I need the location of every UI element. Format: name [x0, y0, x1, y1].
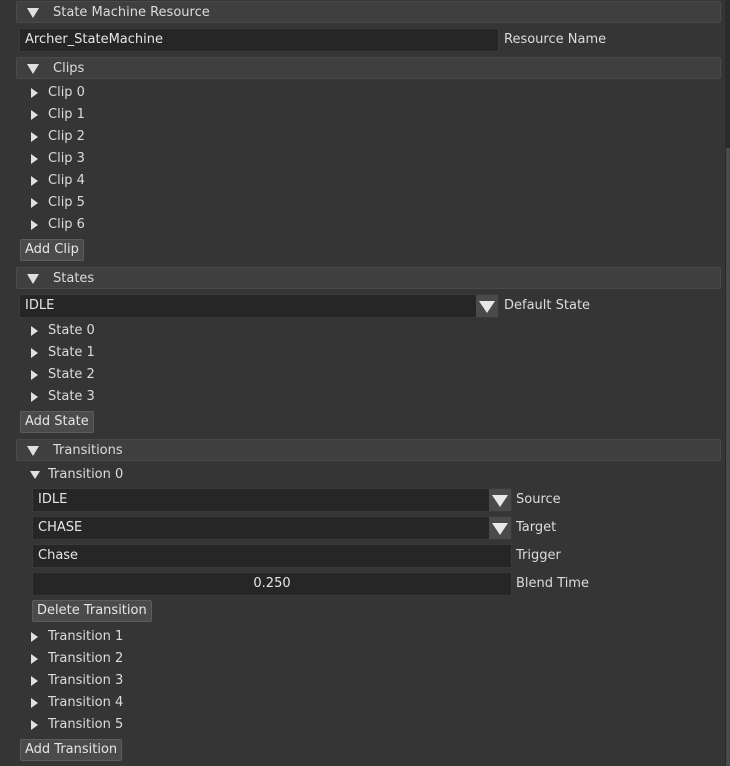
section-title: State Machine Resource [53, 5, 210, 20]
source-select[interactable]: IDLE [32, 488, 512, 512]
add-state-button[interactable]: Add State [20, 411, 94, 433]
transition-label: Transition 0 [48, 467, 124, 482]
expanded-triangle-icon [27, 446, 39, 456]
transition-item-label: Transition 1 [48, 629, 124, 644]
trigger-input[interactable]: Chase [32, 544, 512, 568]
dropdown-button[interactable] [476, 295, 498, 317]
clip-item-label: Clip 2 [48, 129, 85, 144]
dropdown-button[interactable] [489, 517, 511, 539]
chevron-down-icon [479, 301, 495, 313]
blend-time-label: Blend Time [516, 576, 589, 591]
add-clip-button[interactable]: Add Clip [20, 239, 84, 261]
state-item-label: State 1 [48, 345, 95, 360]
collapsed-triangle-icon [31, 392, 38, 402]
section-header-transitions[interactable]: Transitions [16, 439, 721, 461]
resource-name-label: Resource Name [504, 32, 607, 47]
collapsed-triangle-icon [31, 370, 38, 380]
add-transition-button[interactable]: Add Transition [20, 739, 123, 761]
collapsed-triangle-icon [31, 632, 38, 642]
section-header-clips[interactable]: Clips [16, 57, 721, 79]
target-label: Target [516, 520, 557, 535]
collapsed-triangle-icon [31, 720, 38, 730]
collapsed-triangle-icon [31, 654, 38, 664]
collapsed-triangle-icon [31, 326, 38, 336]
section-title: Clips [53, 61, 85, 76]
expanded-triangle-icon [27, 64, 39, 74]
expanded-triangle-icon [27, 8, 39, 18]
source-value: IDLE [38, 492, 68, 507]
section-header-state-machine-resource[interactable]: State Machine Resource [16, 1, 721, 23]
chevron-down-icon [492, 523, 508, 535]
resource-name-input[interactable]: Archer_StateMachine [19, 28, 499, 52]
section-header-states[interactable]: States [16, 267, 721, 289]
dropdown-button[interactable] [489, 489, 511, 511]
collapsed-triangle-icon [31, 676, 38, 686]
default-state-label: Default State [504, 298, 591, 313]
collapsed-triangle-icon [31, 220, 38, 230]
scrollbar-thumb[interactable] [726, 148, 730, 766]
state-item-label: State 2 [48, 367, 95, 382]
clip-item-label: Clip 1 [48, 107, 85, 122]
target-value: CHASE [38, 520, 83, 535]
clip-item-label: Clip 5 [48, 195, 85, 210]
transition-item-label: Transition 5 [48, 717, 124, 732]
clip-item-label: Clip 6 [48, 217, 85, 232]
collapsed-triangle-icon [31, 132, 38, 142]
state-item-label: State 3 [48, 389, 95, 404]
blend-time-input[interactable]: 0.250 [32, 572, 512, 596]
transition-item-label: Transition 3 [48, 673, 124, 688]
collapsed-triangle-icon [31, 698, 38, 708]
collapsed-triangle-icon [31, 176, 38, 186]
expanded-triangle-icon [27, 274, 39, 284]
source-label: Source [516, 492, 561, 507]
section-title: States [53, 271, 95, 286]
transition-item-label: Transition 4 [48, 695, 124, 710]
default-state-select[interactable]: IDLE [19, 294, 499, 318]
collapsed-triangle-icon [31, 154, 38, 164]
trigger-label: Trigger [516, 548, 561, 563]
expanded-triangle-icon [30, 471, 40, 479]
target-select[interactable]: CHASE [32, 516, 512, 540]
collapsed-triangle-icon [31, 88, 38, 98]
collapsed-triangle-icon [31, 110, 38, 120]
collapsed-triangle-icon [31, 348, 38, 358]
clip-item-label: Clip 0 [48, 85, 85, 100]
clip-item-label: Clip 3 [48, 151, 85, 166]
section-title: Transitions [53, 443, 123, 458]
default-state-value: IDLE [25, 298, 55, 313]
transition-item-label: Transition 2 [48, 651, 124, 666]
delete-transition-button[interactable]: Delete Transition [32, 600, 152, 622]
collapsed-triangle-icon [31, 198, 38, 208]
clip-item-label: Clip 4 [48, 173, 85, 188]
state-item-label: State 0 [48, 323, 95, 338]
chevron-down-icon [492, 495, 508, 507]
